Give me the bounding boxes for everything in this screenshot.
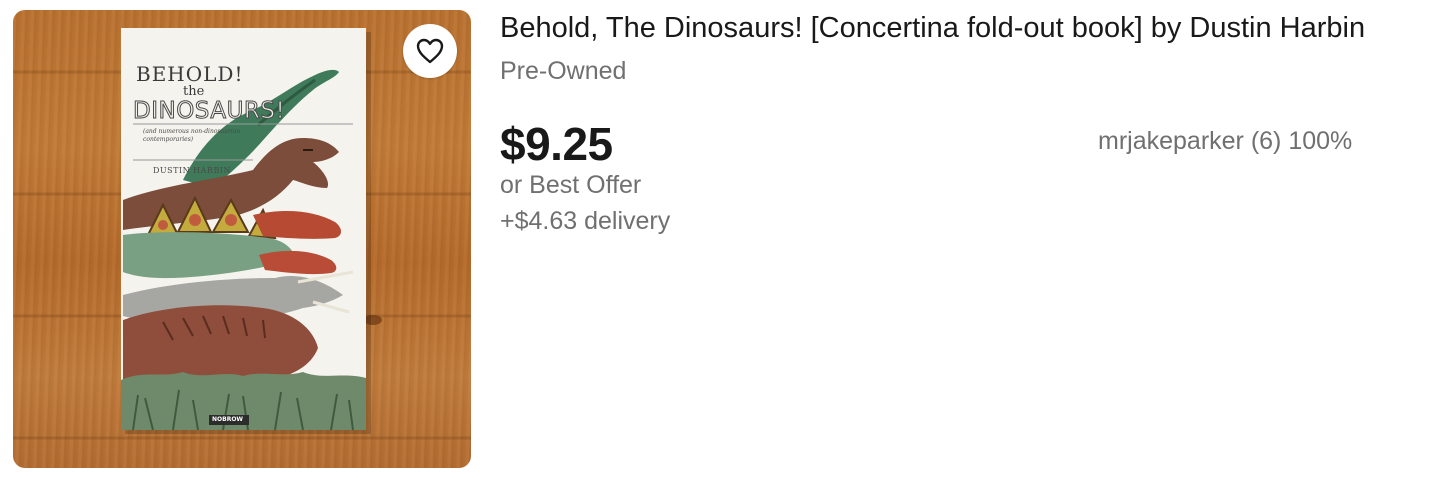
item-price: $9.25 — [500, 118, 613, 170]
book-cover-title-line2: the — [183, 84, 205, 99]
delivery-cost: +$4.63 delivery — [500, 207, 671, 235]
item-image[interactable]: BEHOLD! the DINOSAURS! (and numerous non… — [13, 10, 471, 468]
listing-item[interactable]: BEHOLD! the DINOSAURS! (and numerous non… — [0, 0, 1456, 478]
heart-outline-icon — [415, 37, 445, 65]
book-cover-title-line1: BEHOLD! — [136, 62, 244, 86]
best-offer-label: or Best Offer — [500, 171, 642, 199]
book-cover-subtitle: (and numerous non-dinosaurian contempora… — [143, 128, 241, 143]
seller-info: mrjakeparker (6) 100% — [1098, 127, 1353, 155]
watchlist-button[interactable] — [403, 24, 457, 78]
item-condition: Pre-Owned — [500, 57, 627, 85]
book-cover-title-line3: DINOSAURS! — [132, 98, 286, 125]
item-title[interactable]: Behold, The Dinosaurs! [Concertina fold-… — [500, 8, 1365, 48]
book-cover-author: DUSTIN HARBIN — [153, 166, 231, 175]
book-cover-publisher: NOBROW — [212, 416, 244, 423]
